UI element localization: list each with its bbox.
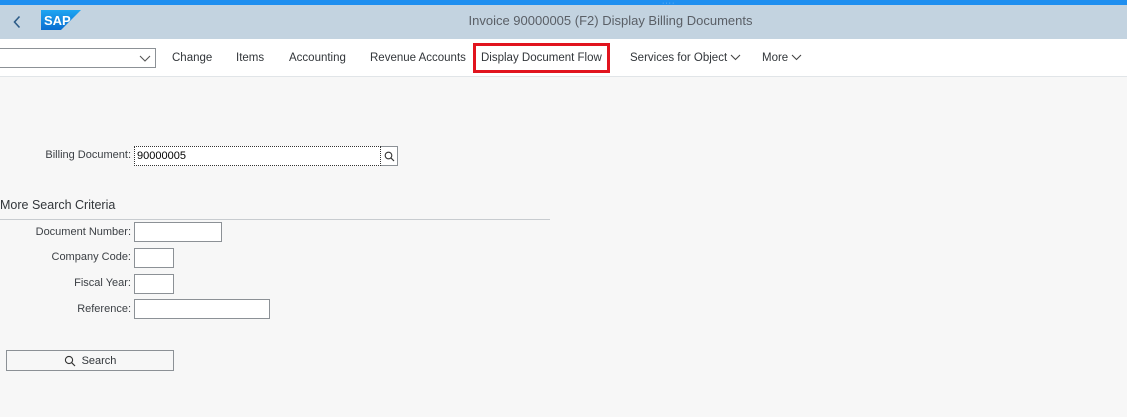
accounting-button[interactable]: Accounting [289, 43, 346, 73]
chevron-down-icon [139, 55, 151, 62]
search-button-label: Search [81, 354, 117, 367]
more-label: More [762, 52, 789, 64]
billing-document-label: Billing Document: [45, 149, 131, 161]
billing-document-input[interactable]: 90000005 [134, 146, 381, 166]
search-icon [384, 151, 394, 161]
document-number-label: Document Number: [35, 226, 131, 238]
reference-label: Reference: [77, 303, 131, 315]
toolbar-command-dropdown[interactable] [0, 48, 156, 68]
display-document-flow-button[interactable]: Display Document Flow [473, 43, 610, 73]
search-button[interactable]: Search [6, 350, 174, 371]
company-code-input[interactable] [134, 248, 174, 268]
shell-bar: SAP Invoice 90000005 (F2) Display Billin… [0, 5, 1127, 39]
document-number-input[interactable] [134, 222, 222, 242]
window-title: Invoice 90000005 (F2) Display Billing Do… [468, 13, 753, 28]
search-icon [64, 355, 75, 366]
section-divider [0, 219, 550, 220]
change-button[interactable]: Change [172, 43, 212, 73]
fiscal-year-input[interactable] [134, 274, 174, 294]
billing-document-value-help-button[interactable] [381, 146, 398, 166]
chevron-down-icon [730, 54, 741, 61]
services-for-object-button[interactable]: Services for Object [630, 43, 741, 73]
application-toolbar: Change Items Accounting Revenue Accounts… [0, 39, 1127, 77]
revenue-accounts-button[interactable]: Revenue Accounts [370, 43, 466, 73]
main-content: Billing Document: 90000005 More Search C… [0, 78, 1127, 417]
reference-input[interactable] [134, 299, 270, 319]
more-search-criteria-title: More Search Criteria [0, 198, 116, 212]
company-code-label: Company Code: [51, 251, 132, 263]
more-button[interactable]: More [762, 43, 802, 73]
services-for-object-label: Services for Object [630, 52, 728, 64]
fiscal-year-label: Fiscal Year: [74, 277, 131, 289]
display-document-flow-label: Display Document Flow [481, 52, 602, 64]
chevron-down-icon [791, 54, 802, 61]
items-button[interactable]: Items [236, 43, 264, 73]
